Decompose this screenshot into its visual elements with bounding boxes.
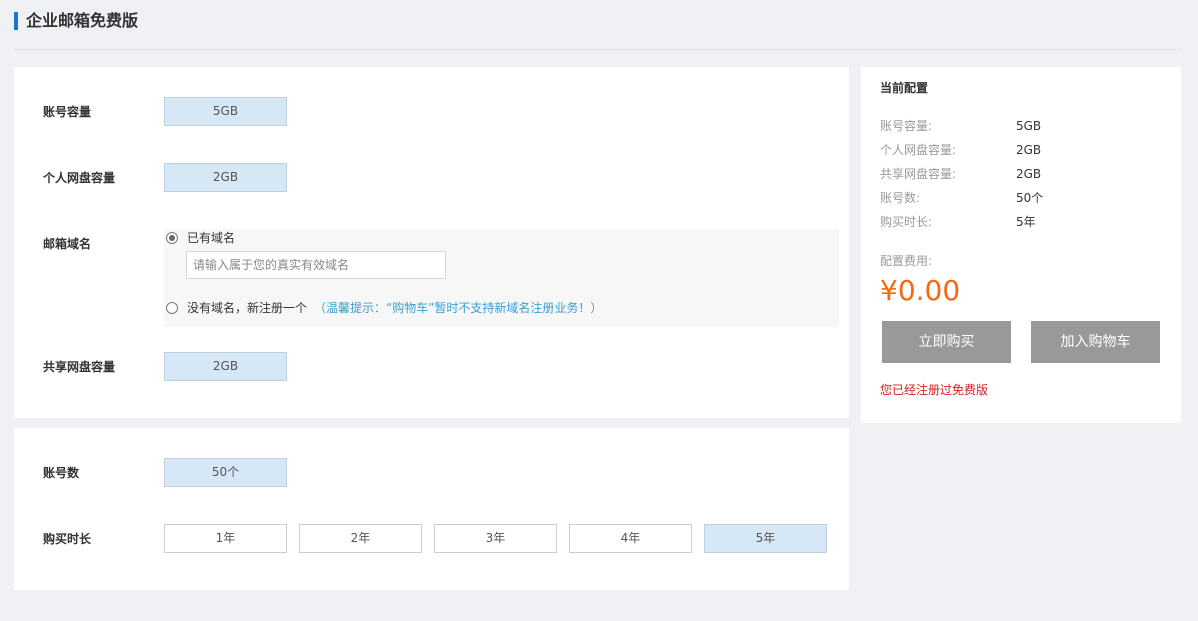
personal-disk-option[interactable]: 2GB (164, 163, 287, 192)
summary-label-account-count: 账号数: (880, 191, 921, 205)
fee-label: 配置费用: (880, 254, 933, 268)
account-count-option[interactable]: 50个 (164, 458, 287, 487)
account-capacity-label: 账号容量 (43, 105, 92, 119)
page-header: 企业邮箱免费版 (0, 0, 1198, 50)
no-domain-radio[interactable] (166, 302, 178, 314)
page-title: 企业邮箱免费版 (26, 11, 139, 30)
duration-option-4y[interactable]: 4年 (569, 524, 692, 553)
current-config-title: 当前配置 (880, 81, 929, 95)
duration-option-1y[interactable]: 1年 (164, 524, 287, 553)
summary-label-personal-disk: 个人网盘容量: (880, 143, 957, 157)
summary-value-shared-disk: 2GB (1016, 167, 1042, 181)
has-domain-label: 已有域名 (187, 231, 236, 245)
summary-value-duration: 5年 (1016, 215, 1036, 229)
summary-label-account-capacity: 账号容量: (880, 119, 933, 133)
duration-option-3y[interactable]: 3年 (434, 524, 557, 553)
summary-value-account-count: 50个 (1016, 191, 1044, 205)
duration-label: 购买时长 (43, 532, 92, 546)
domain-input[interactable] (186, 251, 446, 279)
title-accent-bar (14, 12, 18, 30)
buy-now-button[interactable]: 立即购买 (882, 321, 1011, 363)
personal-disk-label: 个人网盘容量 (43, 171, 116, 185)
shared-disk-label: 共享网盘容量 (43, 360, 116, 374)
summary-value-personal-disk: 2GB (1016, 143, 1042, 157)
domain-options-box: 已有域名 没有域名，新注册一个 （温馨提示：“购物车”暂时不支持新域名注册业务！… (164, 229, 839, 327)
no-domain-label: 没有域名，新注册一个 (187, 301, 308, 315)
summary-label-shared-disk: 共享网盘容量: (880, 167, 957, 181)
summary-value-account-capacity: 5GB (1016, 119, 1042, 133)
cart-hint-text: （温馨提示：“购物车”暂时不支持新域名注册业务！） (314, 301, 603, 315)
account-count-label: 账号数 (43, 466, 80, 480)
duration-option-5y[interactable]: 5年 (704, 524, 827, 553)
add-to-cart-button[interactable]: 加入购物车 (1031, 321, 1160, 363)
duration-option-2y[interactable]: 2年 (299, 524, 422, 553)
price-value: ¥0.00 (880, 274, 961, 307)
config-panel-purchase: 账号数 50个 购买时长 1年 2年 3年 4年 5年 (14, 428, 849, 590)
has-domain-radio[interactable] (166, 232, 178, 244)
config-panel-main: 账号容量 5GB 个人网盘容量 2GB 邮箱域名 已有域名 没有域名，新注册一个… (14, 67, 849, 418)
account-capacity-option[interactable]: 5GB (164, 97, 287, 126)
shared-disk-option[interactable]: 2GB (164, 352, 287, 381)
current-config-panel: 当前配置 账号容量: 5GB 个人网盘容量: 2GB 共享网盘容量: 2GB 账… (861, 67, 1181, 423)
header-divider (14, 49, 1182, 50)
registered-notice: 您已经注册过免费版 (880, 383, 989, 397)
summary-label-duration: 购买时长: (880, 215, 933, 229)
mail-domain-label: 邮箱域名 (43, 237, 92, 251)
